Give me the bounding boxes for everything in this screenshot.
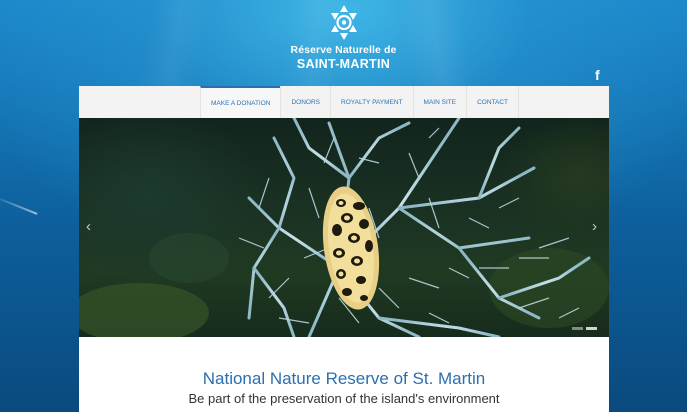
nav-item-royalty-payment[interactable]: ROYALTY PAYMENT: [330, 86, 413, 118]
main-navigation: MAKE A DONATION DONORS ROYALTY PAYMENT M…: [79, 86, 609, 119]
nav-item-main-site[interactable]: MAIN SITE: [412, 86, 467, 118]
snowflake-star-icon: [331, 5, 357, 40]
slider-prev-arrow-icon[interactable]: ‹: [86, 218, 91, 235]
nav-menu: MAKE A DONATION DONORS ROYALTY PAYMENT M…: [200, 86, 519, 118]
logo-title-line1: Réserve Naturelle de: [290, 44, 397, 56]
slider-dot-1[interactable]: [572, 327, 583, 330]
facebook-icon[interactable]: f: [595, 67, 600, 83]
page-subtitle: Be part of the preservation of the islan…: [188, 391, 500, 406]
slide-image-sea-fan-nudibranch: [79, 118, 609, 337]
slider-next-arrow-icon[interactable]: ›: [592, 218, 597, 235]
slider-dot-2[interactable]: [586, 327, 597, 330]
page-title: National Nature Reserve of St. Martin: [202, 369, 486, 388]
background-fish-streak: [0, 198, 38, 215]
hero-slider[interactable]: ‹ ›: [79, 118, 609, 337]
slider-pagination: [572, 327, 597, 330]
nav-item-contact[interactable]: CONTACT: [466, 86, 519, 118]
nav-item-make-a-donation[interactable]: MAKE A DONATION: [200, 86, 281, 118]
nav-item-donors[interactable]: DONORS: [280, 86, 330, 118]
intro-section: National Nature Reserve of St. Martin Be…: [79, 337, 609, 412]
logo-title-line2: SAINT-MARTIN: [296, 57, 391, 71]
